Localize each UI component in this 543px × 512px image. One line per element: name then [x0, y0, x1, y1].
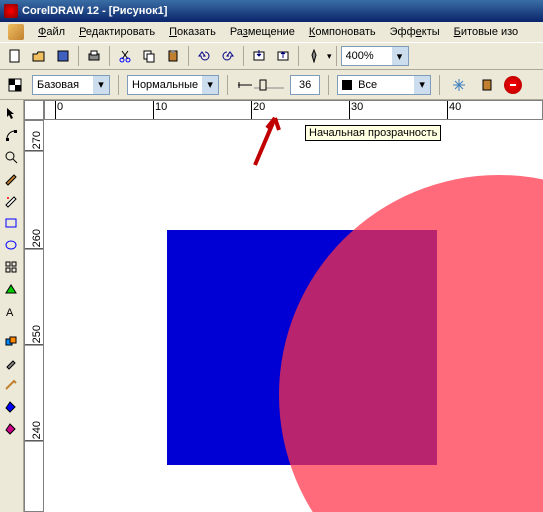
drawing-canvas[interactable] — [44, 120, 543, 512]
menu-arrange[interactable]: Компоновать — [303, 24, 382, 40]
cut-button[interactable] — [114, 45, 136, 67]
app-menu-icon[interactable] — [8, 24, 24, 40]
transparency-type-value: Базовая — [33, 79, 93, 91]
undo-button[interactable] — [193, 45, 215, 67]
ruler-tick: 10 — [153, 101, 167, 119]
zoom-input[interactable] — [342, 47, 392, 65]
zoom-tool[interactable] — [0, 146, 22, 168]
paste-button[interactable] — [162, 45, 184, 67]
freehand-tool[interactable] — [0, 168, 22, 190]
separator — [109, 46, 110, 66]
tooltip: Начальная прозрачность — [305, 125, 441, 141]
eyedropper-tool[interactable] — [0, 352, 22, 374]
print-button[interactable] — [83, 45, 105, 67]
annotation-arrow — [245, 110, 285, 170]
separator — [118, 75, 119, 95]
slider-track-icon[interactable] — [254, 76, 284, 94]
separator — [243, 46, 244, 66]
smart-draw-tool[interactable] — [0, 190, 22, 212]
interactive-fill-tool[interactable] — [0, 418, 22, 440]
new-button[interactable] — [4, 45, 26, 67]
blend-mode-value: Нормальные — [128, 79, 202, 91]
clear-button[interactable] — [504, 76, 522, 94]
save-button[interactable] — [52, 45, 74, 67]
menu-bar: Файл Редактировать Показать Размещение К… — [0, 22, 543, 42]
pick-tool[interactable] — [0, 102, 22, 124]
blend-mode-combo[interactable]: Нормальные ▾ — [127, 75, 219, 95]
transparency-slider[interactable] — [236, 76, 284, 94]
ruler-tick: 0 — [55, 101, 63, 119]
horizontal-ruler[interactable]: 0 10 20 30 40 50 — [44, 100, 543, 120]
target-icon — [340, 78, 354, 92]
transparency-value[interactable]: 36 — [290, 75, 320, 95]
separator — [298, 46, 299, 66]
redo-button[interactable] — [217, 45, 239, 67]
fill-tool[interactable] — [0, 396, 22, 418]
launch-button[interactable] — [303, 45, 325, 67]
separator — [78, 46, 79, 66]
open-button[interactable] — [28, 45, 50, 67]
ruler-tick: 30 — [349, 101, 363, 119]
copy-button[interactable] — [138, 45, 160, 67]
ruler-tick: 260 — [25, 229, 43, 249]
separator — [188, 46, 189, 66]
apply-target-combo[interactable]: Все ▾ — [337, 75, 431, 95]
export-button[interactable] — [272, 45, 294, 67]
slider-start-icon — [236, 76, 254, 94]
separator — [439, 75, 440, 95]
ellipse-tool[interactable] — [0, 234, 22, 256]
separator — [336, 46, 337, 66]
apply-target-value: Все — [354, 79, 414, 91]
dropdown-arrow[interactable]: ▾ — [327, 51, 332, 62]
outline-tool[interactable] — [0, 374, 22, 396]
menu-edit[interactable]: Редактировать — [73, 24, 161, 40]
separator — [328, 75, 329, 95]
transparency-tool-icon[interactable] — [4, 74, 26, 96]
blend-tool[interactable] — [0, 330, 22, 352]
separator — [227, 75, 228, 95]
title-bar: CorelDRAW 12 - [Рисунок1] — [0, 0, 543, 22]
copy-props-button[interactable] — [476, 74, 498, 96]
ruler-origin[interactable] — [24, 100, 44, 120]
toolbox: A — [0, 100, 24, 512]
red-circle-shape[interactable] — [279, 175, 543, 512]
window-title: CorelDRAW 12 - [Рисунок1] — [22, 5, 167, 17]
dropdown-icon[interactable]: ▾ — [414, 76, 430, 94]
import-button[interactable] — [248, 45, 270, 67]
shape-tool[interactable] — [0, 124, 22, 146]
polygon-tool[interactable] — [0, 256, 22, 278]
ruler-tick: 250 — [25, 325, 43, 345]
svg-text:A: A — [6, 307, 14, 318]
menu-view[interactable]: Показать — [163, 24, 222, 40]
menu-layout[interactable]: Размещение — [224, 24, 301, 40]
standard-toolbar: ▾ ▾ — [0, 42, 543, 70]
app-icon — [4, 4, 18, 18]
menu-file[interactable]: Файл — [32, 24, 71, 40]
zoom-dropdown-icon[interactable]: ▾ — [392, 47, 408, 65]
dropdown-icon[interactable]: ▾ — [202, 76, 218, 94]
basic-shapes-tool[interactable] — [0, 278, 22, 300]
transparency-type-combo[interactable]: Базовая ▾ — [32, 75, 110, 95]
ruler-tick: 240 — [25, 421, 43, 441]
menu-effects[interactable]: Эффекты — [384, 24, 446, 40]
zoom-combo[interactable]: ▾ — [341, 46, 409, 66]
freeze-button[interactable] — [448, 74, 470, 96]
dropdown-icon[interactable]: ▾ — [93, 76, 109, 94]
vertical-ruler[interactable]: 270 260 250 240 230 — [24, 120, 44, 512]
menu-bitmap[interactable]: Битовые изо — [448, 24, 525, 40]
text-tool[interactable]: A — [0, 300, 22, 322]
rectangle-tool[interactable] — [0, 212, 22, 234]
property-bar: Базовая ▾ Нормальные ▾ 36 Все ▾ — [0, 70, 543, 100]
ruler-tick: 40 — [447, 101, 461, 119]
ruler-tick: 270 — [25, 131, 43, 151]
toolbox-gap — [0, 322, 23, 330]
